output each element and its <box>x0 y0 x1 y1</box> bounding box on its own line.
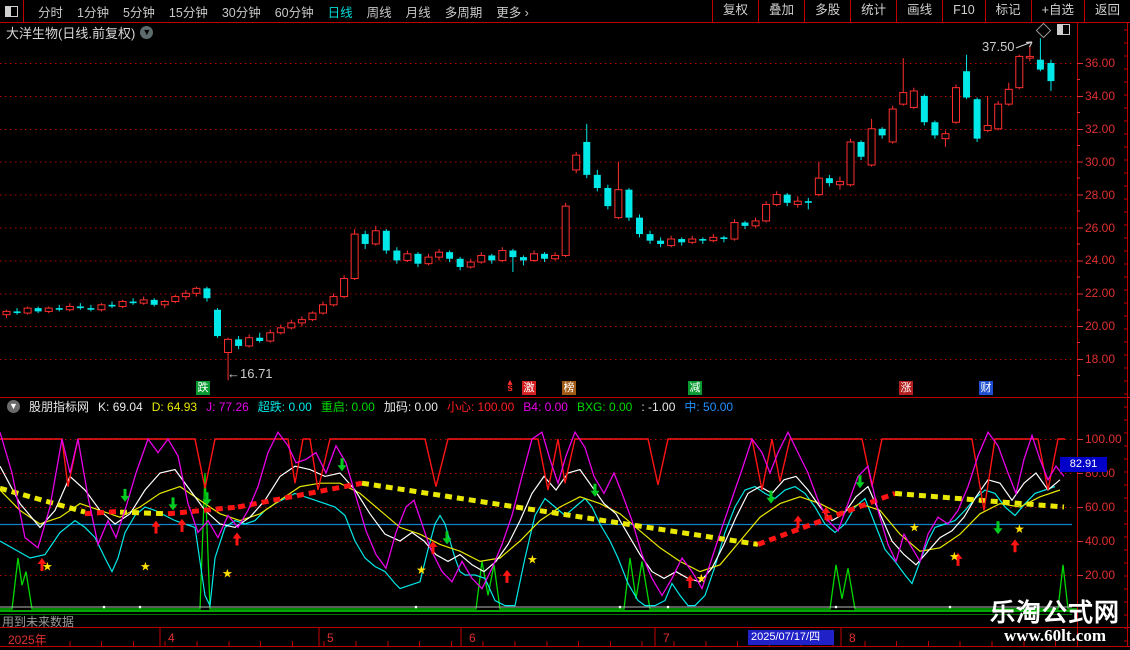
baseline-dot <box>103 606 106 609</box>
buy-arrow-icon <box>152 521 161 534</box>
date-axis-month: 8 <box>849 631 856 645</box>
price-axis-label: 26.00 <box>1085 221 1115 235</box>
baseline-dot <box>949 606 952 609</box>
baseline-dot <box>835 606 838 609</box>
selected-date-label: 2025/07/17/四 <box>748 630 834 645</box>
indicator-field-6: 加码: 0.00 <box>384 398 438 415</box>
chart-title-bar[interactable]: 大洋生物(日线.前复权) ▼ <box>6 24 153 40</box>
star-icon: ★ <box>949 549 960 563</box>
price-axis-label: 34.00 <box>1085 89 1115 103</box>
indicator-field-11: 中: 50.00 <box>684 398 733 415</box>
buy-arrow-icon <box>233 533 242 546</box>
marker-badge-减: 减 <box>688 381 702 395</box>
high-annotation: 37.50 <box>982 39 1015 54</box>
baseline-dot <box>139 606 142 609</box>
indicator-field-3: J: 77.26 <box>206 400 249 414</box>
marker-badge-激: 激 <box>522 381 536 395</box>
trend-dotted-line <box>85 511 120 514</box>
indicator-axis-label: 60.00 <box>1085 500 1115 514</box>
sell-arrow-icon <box>994 521 1003 534</box>
marker-badge-跌: 跌 <box>196 381 210 395</box>
indicator-cursor-value: 82.91 <box>1060 457 1107 472</box>
buy-arrow-icon <box>503 570 512 583</box>
date-axis-month: 4 <box>168 631 175 645</box>
pane-toggle-icon[interactable] <box>1057 24 1070 35</box>
price-axis-label: 30.00 <box>1085 155 1115 169</box>
indicator-field-4: 超跌: 0.00 <box>258 398 312 415</box>
star-icon: ★ <box>696 571 707 585</box>
indicator-collapse-icon[interactable]: ▼ <box>7 400 20 413</box>
indicator-field-7: 小心: 100.00 <box>447 398 514 415</box>
price-axis-label: 28.00 <box>1085 188 1115 202</box>
title-dropdown-icon[interactable]: ▼ <box>140 26 153 39</box>
star-icon: ★ <box>140 560 151 574</box>
star-icon: ★ <box>909 520 920 534</box>
buy-arrow-icon <box>686 575 695 588</box>
indicator-header: ▼ 股朋指标网 K: 69.04 D: 64.93 J: 77.26 超跌: 0.00 重… <box>2 399 733 414</box>
watermark-url: www.60lt.com <box>975 626 1130 646</box>
star-icon: ★ <box>416 563 427 577</box>
stock-title: 大洋生物(日线.前复权) <box>6 23 135 42</box>
trend-dotted-line <box>0 488 85 512</box>
date-axis-year: 2025年 <box>8 631 47 648</box>
price-axis-label: 20.00 <box>1085 319 1115 333</box>
sell-arrow-icon <box>767 491 776 504</box>
indicator-field-9: BXG: 0.00 <box>577 400 632 414</box>
indicator-field-5: 重启: 0.00 <box>321 398 375 415</box>
price-axis-label: 22.00 <box>1085 286 1115 300</box>
baseline-dot <box>415 606 418 609</box>
price-axis-label: 36.00 <box>1085 56 1115 70</box>
star-icon: ★ <box>1014 522 1025 536</box>
signal-s-marker: ▴s <box>505 380 515 392</box>
marker-badge-涨: 涨 <box>899 381 913 395</box>
indicator-field-2: D: 64.93 <box>152 400 197 414</box>
site-watermark: 乐淘公式网 www.60lt.com <box>975 600 1130 646</box>
indicator-field-1: K: 69.04 <box>98 400 143 414</box>
chart-canvas: 37.50 ←16.71 ★ ★ ★ ★ ★ ★ ★ ★ ★ <box>0 0 1130 650</box>
marker-badge-财: 财 <box>979 381 993 395</box>
chart-corner-icons <box>1038 23 1070 36</box>
indicator-axis-label: 40.00 <box>1085 534 1115 548</box>
sell-arrow-icon <box>169 497 178 510</box>
candlesticks <box>3 38 1054 380</box>
date-axis-month: 6 <box>469 631 476 645</box>
price-axis-label: 24.00 <box>1085 253 1115 267</box>
indicator-name: 股朋指标网 <box>29 398 89 415</box>
indicator-field-10: : -1.00 <box>641 400 675 414</box>
baseline-dot <box>619 606 622 609</box>
marker-badge-榜: 榜 <box>562 381 576 395</box>
buy-arrow-icon <box>1011 539 1020 552</box>
future-data-note: 用到未来数据 <box>2 613 74 630</box>
price-axis-label: 18.00 <box>1085 352 1115 366</box>
signal-marks: ★ ★ ★ ★ ★ ★ ★ ★ ★ <box>38 458 1037 608</box>
price-gridlines <box>0 64 1083 376</box>
date-axis-month: 5 <box>327 631 334 645</box>
trading-app-window: 分时1分钟5分钟15分钟30分钟60分钟日线周线月线多周期更多 › 复权叠加多股… <box>0 0 1130 650</box>
star-icon: ★ <box>527 553 538 567</box>
indicator-field-8: B4: 0.00 <box>523 400 568 414</box>
buy-arrow-icon <box>178 519 187 532</box>
date-axis <box>38 628 1056 646</box>
star-icon: ★ <box>222 566 233 580</box>
date-axis-month: 7 <box>663 631 670 645</box>
price-axis-label: 32.00 <box>1085 122 1115 136</box>
watermark-site-name: 乐淘公式网 <box>975 600 1130 626</box>
indicator-axis-label: 20.00 <box>1085 568 1115 582</box>
low-annotation: ←16.71 <box>227 366 273 381</box>
sell-arrow-icon <box>856 475 865 488</box>
baseline-dot <box>667 606 670 609</box>
indicator-axis-label: 100.00 <box>1085 432 1122 446</box>
diamond-marker-icon[interactable] <box>1036 23 1052 39</box>
star-icon: ★ <box>42 560 53 574</box>
buy-arrow-icon <box>794 516 803 529</box>
